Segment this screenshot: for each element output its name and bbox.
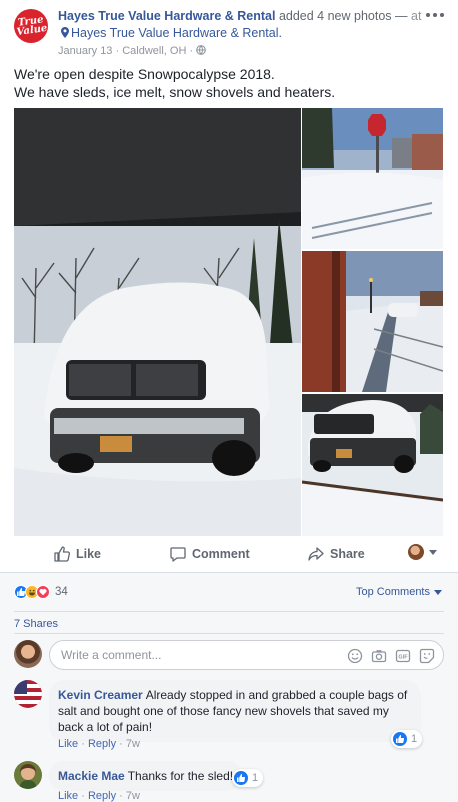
like-reaction-icon — [234, 771, 248, 785]
comment-reply-link[interactable]: Reply — [88, 738, 116, 750]
comment-attachments: GIF — [339, 648, 435, 664]
reactions-summary[interactable]: 34 — [14, 585, 68, 599]
comment-reaction-count: 1 — [411, 733, 418, 745]
more-options-icon[interactable] — [426, 8, 444, 22]
share-label: Share — [330, 547, 365, 561]
commenter-avatar[interactable] — [14, 680, 42, 708]
comment-reply-link[interactable]: Reply — [88, 790, 116, 802]
like-button[interactable]: Like — [54, 546, 101, 562]
post-message-line1: We're open despite Snowpocalypse 2018. — [14, 66, 275, 82]
reaction-count: 34 — [55, 586, 68, 598]
gif-icon[interactable]: GIF — [395, 648, 411, 664]
location-link[interactable]: Hayes True Value Hardware & Rental. — [71, 26, 282, 40]
like-label: Like — [76, 547, 102, 561]
chevron-down-icon — [429, 549, 437, 555]
page-avatar[interactable]: True Value — [14, 9, 48, 43]
comment-meta: Like · Reply · 7w — [58, 738, 140, 750]
post-action-text: added 4 new photos — — [278, 9, 408, 23]
comment-like-link[interactable]: Like — [58, 790, 78, 802]
share-icon — [308, 547, 324, 561]
chevron-down-icon — [434, 589, 442, 595]
comment-author[interactable]: Mackie Mae — [58, 769, 125, 783]
page-name-link[interactable]: Hayes True Value Hardware & Rental — [58, 9, 275, 23]
globe-icon[interactable] — [196, 45, 207, 55]
photo-truck-large[interactable] — [14, 108, 301, 536]
love-reaction-icon — [36, 585, 50, 599]
post-header: True Value Hayes True Value Hardware & R… — [14, 8, 444, 60]
post-date[interactable]: January 13 — [58, 45, 112, 57]
comment-button[interactable]: Comment — [170, 546, 250, 562]
comment-input-box[interactable]: GIF — [49, 640, 444, 670]
post-header-text: Hayes True Value Hardware & Rental added… — [58, 8, 428, 58]
comment-label: Comment — [192, 547, 250, 561]
comment-as-selector[interactable] — [408, 544, 437, 560]
feedback-section: 34 Top Comments 7 Shares GIF — [0, 572, 458, 802]
comment-time[interactable]: 7w — [126, 738, 140, 750]
svg-text:GIF: GIF — [398, 655, 408, 661]
like-icon — [54, 546, 70, 562]
comment-time[interactable]: 7w — [126, 790, 140, 802]
at-text: at — [411, 9, 422, 23]
comment-meta: Like · Reply · 7w — [58, 790, 140, 802]
emoji-icon[interactable] — [347, 648, 363, 664]
post-title-line: Hayes True Value Hardware & Rental added… — [58, 8, 428, 42]
like-reaction-icon — [393, 732, 407, 746]
current-user-avatar — [14, 640, 42, 668]
post-message: We're open despite Snowpocalypse 2018. W… — [14, 65, 444, 101]
divider — [14, 611, 444, 612]
comment-input[interactable] — [61, 648, 311, 662]
photo-truck-small[interactable] — [302, 394, 443, 536]
post-city[interactable]: Caldwell, OH — [122, 45, 186, 57]
comment-bubble: Mackie Mae Thanks for the sled! — [49, 761, 243, 791]
comment-text: Thanks for the sled! — [127, 769, 234, 783]
post-meta: January 13 · Caldwell, OH · — [58, 44, 428, 58]
comment-reaction-count: 1 — [252, 772, 259, 784]
top-comments-label: Top Comments — [356, 586, 430, 598]
comment-icon — [170, 547, 186, 562]
commenter-avatar[interactable] — [14, 761, 42, 789]
top-comments-dropdown[interactable]: Top Comments — [356, 586, 442, 598]
sticker-icon[interactable] — [419, 648, 435, 664]
share-button[interactable]: Share — [308, 546, 365, 562]
comment-author[interactable]: Kevin Creamer — [58, 688, 143, 702]
comment-item: Kevin Creamer Already stopped in and grab… — [14, 680, 444, 752]
comment-bubble: Kevin Creamer Already stopped in and grab… — [49, 680, 421, 742]
logo-text: True Value — [15, 14, 48, 39]
post-message-line2: We have sleds, ice melt, snow shovels an… — [14, 84, 336, 100]
post-action-bar: Like Comment Share — [14, 538, 444, 570]
location-pin-icon — [61, 27, 69, 38]
shares-link[interactable]: 7 Shares — [14, 618, 58, 630]
divider — [14, 633, 444, 634]
photo-sidewalk[interactable] — [302, 251, 443, 392]
photo-stop-sign[interactable] — [302, 108, 443, 249]
comment-as-avatar — [408, 544, 424, 560]
comment-like-link[interactable]: Like — [58, 738, 78, 750]
comment-item: Mackie Mae Thanks for the sled! 1 Like · … — [14, 761, 444, 802]
comment-reaction-badge[interactable]: 1 — [391, 730, 423, 748]
comment-reaction-badge[interactable]: 1 — [232, 769, 264, 787]
write-comment-row: GIF — [14, 640, 444, 670]
camera-icon[interactable] — [371, 648, 387, 664]
